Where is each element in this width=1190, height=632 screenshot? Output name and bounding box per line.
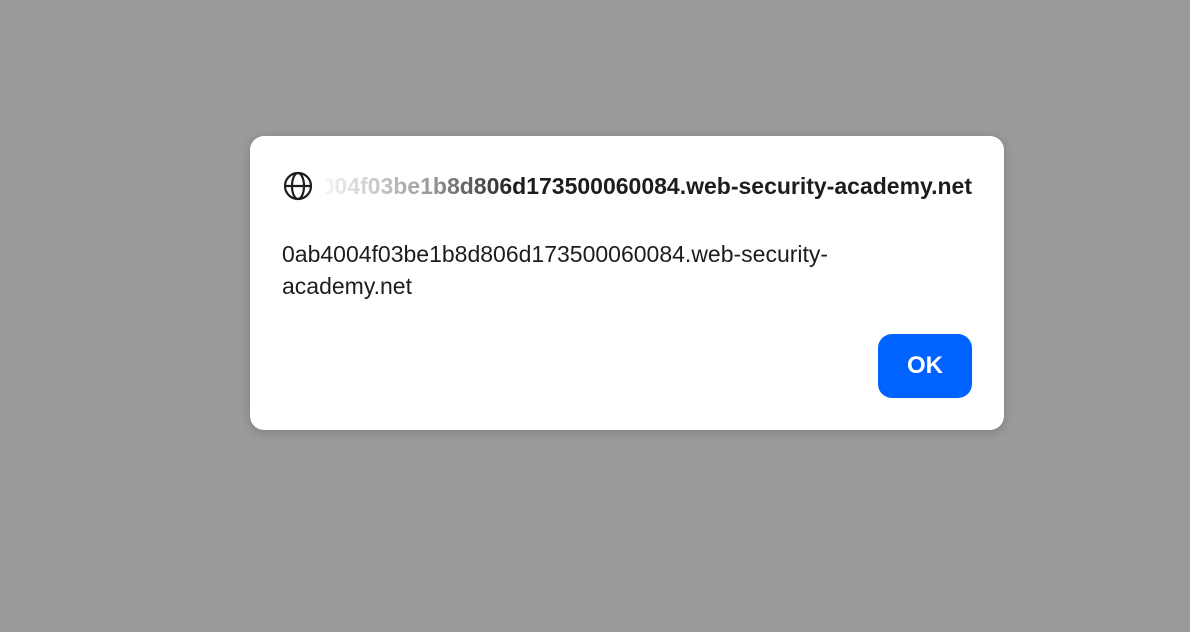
globe-icon bbox=[282, 170, 314, 202]
origin-text: 0ab4004f03be1b8d806d173500060084.web-sec… bbox=[326, 173, 972, 199]
alert-dialog: 0ab4004f03be1b8d806d173500060084.web-sec… bbox=[250, 136, 1004, 430]
dialog-message: 0ab4004f03be1b8d806d173500060084.web-sec… bbox=[282, 238, 962, 302]
dialog-header: 0ab4004f03be1b8d806d173500060084.web-sec… bbox=[282, 170, 972, 202]
message-line-1: 0ab4004f03be1b8d806d173500060084.web-sec… bbox=[282, 241, 829, 267]
message-line-2: academy.net bbox=[282, 273, 412, 299]
ok-button[interactable]: OK bbox=[878, 334, 972, 398]
dialog-origin: 0ab4004f03be1b8d806d173500060084.web-sec… bbox=[326, 170, 972, 202]
